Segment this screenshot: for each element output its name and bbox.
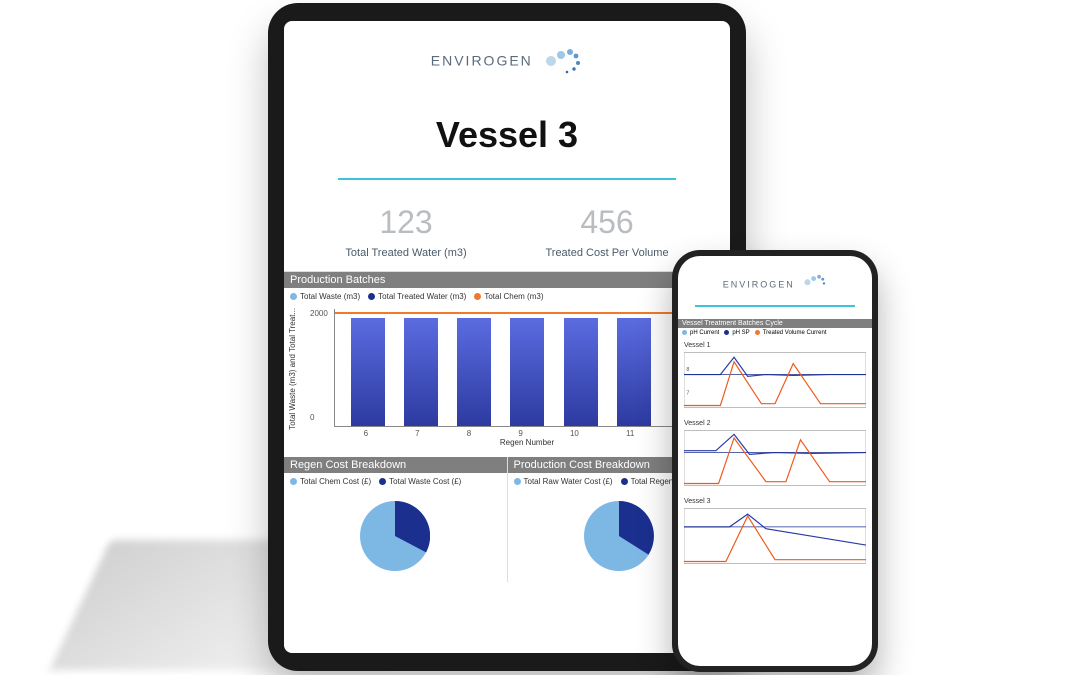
xtick: 10 [570,429,579,438]
vessel-name: Vessel 2 [684,420,866,427]
sparkline-chart-icon [684,429,866,487]
vessel-name: Vessel 3 [684,498,866,505]
kpi-total-treated-water: 123 Total Treated Water (m3) [345,204,466,259]
xtick: 7 [415,429,419,438]
pie-chart-icon [360,501,430,571]
brand-logo-icon [537,41,583,82]
legend-dot-icon [755,330,760,335]
panel-production-batches: Production Batches Total Waste (m3) Tota… [284,271,730,457]
bar-chart-overlay-line [335,312,720,314]
legend-dot-icon [621,478,628,485]
legend-text: Total Raw Water Cost (£) [524,477,613,486]
phone-screen: ENVIROGEN Vessel Treatment Batches Cycle… [678,256,872,666]
kpi-value: 456 [545,204,668,241]
chart-legend: Total Waste (m3) Total Treated Water (m3… [284,288,730,305]
phone-header: ENVIROGEN [678,256,872,319]
bar [351,318,385,426]
brand-name: ENVIROGEN [431,53,533,69]
chart-legend: pH Current pH SP Treated Volume Current [678,328,872,338]
vessel-block: Vessel 3 [678,494,872,572]
legend-dot-icon [474,293,481,300]
kpi-treated-cost-per-volume: 456 Treated Cost Per Volume [545,204,668,259]
vessel-name: Vessel 1 [684,342,866,349]
xtick: 8 [467,429,471,438]
title-divider [695,305,854,307]
kpi-value: 123 [345,204,466,241]
phone-device: ENVIROGEN Vessel Treatment Batches Cycle… [672,250,878,672]
legend-text: pH Current [690,330,719,336]
legend-text: Total Treated Water (m3) [378,292,466,301]
legend-text: Treated Volume Current [763,330,827,336]
xtick: 9 [518,429,522,438]
legend-dot-icon [514,478,521,485]
pie-chart-icon [584,501,654,571]
legend-dot-icon [368,293,375,300]
brand-name: ENVIROGEN [723,280,795,290]
tablet-header: ENVIROGEN [284,21,730,92]
panel-title: Production Batches [284,272,730,288]
bar [510,318,544,426]
legend-dot-icon [290,293,297,300]
title-divider [338,178,677,180]
legend-text: Total Chem (m3) [484,292,543,301]
xtick: 11 [626,429,634,438]
bar [404,318,438,426]
legend-text: pH SP [732,330,749,336]
vessel-block: Vessel 1 8 7 [678,338,872,416]
legend-dot-icon [724,330,729,335]
panel-title: Regen Cost Breakdown [284,457,507,473]
panel-title: Vessel Treatment Batches Cycle [678,319,872,328]
brand-logo-icon [799,270,827,297]
sparkline-chart-icon: 8 7 [684,351,866,409]
bar-chart: Total Waste (m3) and Total Treat... 2000… [284,305,730,457]
legend-dot-icon [682,330,687,335]
bar-chart-ylabel: Total Waste (m3) and Total Treat... [288,308,297,430]
ytick: 2000 [310,309,328,318]
bar [617,318,651,426]
sparkline-chart-icon [684,507,866,565]
bar-chart-xlabel: Regen Number [334,438,720,447]
legend-dot-icon [290,478,297,485]
legend-dot-icon [379,478,386,485]
legend-text: Total Waste Cost (£) [389,477,461,486]
panel-regen-cost: Regen Cost Breakdown Total Chem Cost (£)… [284,457,507,582]
legend-text: Total Waste (m3) [300,292,360,301]
svg-text:7: 7 [686,391,689,397]
chart-legend: Total Chem Cost (£) Total Waste Cost (£) [284,473,507,490]
bar-chart-xaxis: 6 7 8 9 10 11 12 [334,427,720,438]
page-title: Vessel 3 [284,114,730,156]
bar [564,318,598,426]
kpi-label: Total Treated Water (m3) [345,247,466,259]
tablet-screen: ENVIROGEN Vessel 3 123 Total Treated Wat… [284,21,730,653]
legend-text: Total Chem Cost (£) [300,477,371,486]
svg-text:8: 8 [686,367,689,373]
ytick: 0 [310,413,314,422]
bar [457,318,491,426]
xtick: 6 [364,429,368,438]
kpi-label: Treated Cost Per Volume [545,247,668,259]
vessel-block: Vessel 2 [678,416,872,494]
